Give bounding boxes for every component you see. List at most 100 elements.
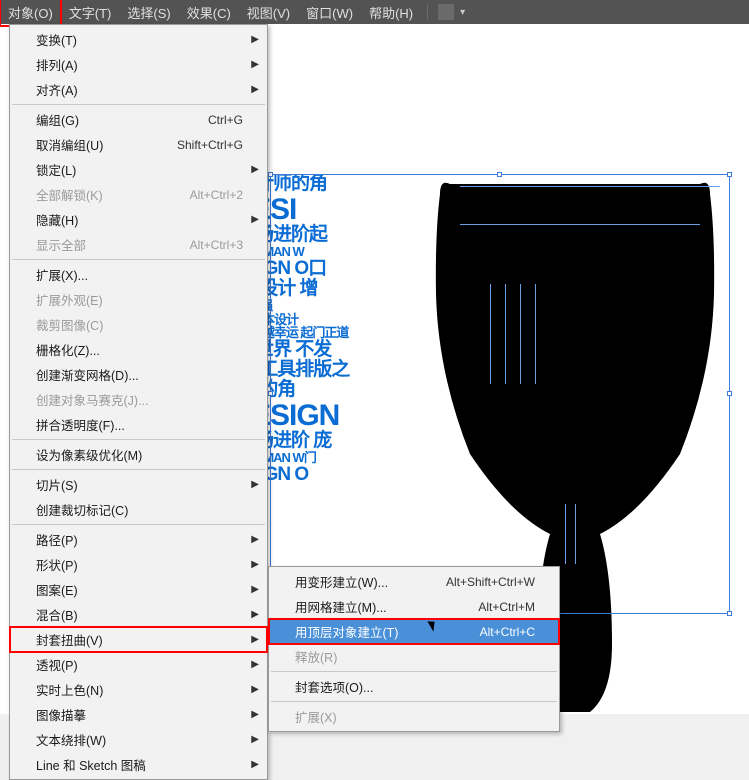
submenu-item: 扩展(X) — [269, 704, 559, 729]
handle-nw[interactable] — [268, 172, 273, 177]
menu-item[interactable]: 图案(E) ▶ — [10, 577, 267, 602]
menu-item-label: 锁定(L) — [36, 160, 76, 179]
submenu-arrow-icon: ▶ — [251, 479, 259, 490]
menu-item[interactable]: 封套扭曲(V)▶ — [10, 627, 267, 652]
submenu-item-label: 扩展(X) — [295, 707, 337, 726]
menu-item-shortcut: Alt+Ctrl+3 — [190, 238, 243, 252]
submenu-item-label: 用网格建立(M)... — [295, 597, 387, 616]
submenu-arrow-icon: ▶ — [251, 759, 259, 770]
menu-item-label: 显示全部 — [36, 235, 86, 254]
menu-item-label: 编组(G) — [36, 110, 79, 129]
menu-item-label: 形状(P) — [36, 555, 78, 574]
menu-item[interactable]: 形状(P)▶ — [10, 552, 267, 577]
menu-item-label: 图案(E) — [36, 580, 78, 599]
submenu-item[interactable]: 用变形建立(W)...Alt+Shift+Ctrl+W — [269, 569, 559, 594]
menu-item[interactable]: 实时上色(N)▶ — [10, 677, 267, 702]
menu-item[interactable]: 切片(S)▶ — [10, 472, 267, 497]
menu-item-label: 设为像素级优化(M) — [36, 445, 142, 464]
menubar: 对象(O) 文字(T) 选择(S) 效果(C) 视图(V) 窗口(W) 帮助(H… — [0, 0, 749, 24]
anchor-guide — [575, 504, 576, 564]
submenu-arrow-icon: ▶ — [251, 634, 259, 645]
menu-item[interactable]: 锁定(L) ▶ — [10, 157, 267, 182]
submenu-item-shortcut: Alt+Shift+Ctrl+W — [446, 575, 535, 589]
submenu-item[interactable]: 封套选项(O)... — [269, 674, 559, 699]
menu-item[interactable]: 取消编组(U) Shift+Ctrl+G — [10, 132, 267, 157]
menu-item[interactable]: 拼合透明度(F)... — [10, 412, 267, 437]
menu-item[interactable]: 创建渐变网格(D)... — [10, 362, 267, 387]
submenu-arrow-icon: ▶ — [251, 734, 259, 745]
arrange-docs-icon[interactable] — [438, 4, 454, 20]
selection-bounding-box[interactable] — [270, 174, 730, 614]
menu-item-label: 路径(P) — [36, 530, 78, 549]
submenu-arrow-icon: ▶ — [251, 709, 259, 720]
menu-item-label: 取消编组(U) — [36, 135, 103, 154]
menu-item-label: 混合(B) — [36, 605, 78, 624]
menu-separator — [12, 439, 265, 440]
menu-item-label: Line 和 Sketch 图稿 — [36, 755, 146, 774]
menu-item[interactable]: 图像描摹 ▶ — [10, 702, 267, 727]
menu-item-label: 扩展(X)... — [36, 265, 88, 284]
submenu-item-shortcut: Alt+Ctrl+C — [480, 625, 535, 639]
menu-item[interactable]: 设为像素级优化(M) — [10, 442, 267, 467]
submenu-arrow-icon: ▶ — [251, 534, 259, 545]
handle-e[interactable] — [727, 391, 732, 396]
menu-item[interactable]: 编组(G) Ctrl+G — [10, 107, 267, 132]
menu-item-label: 隐藏(H) — [36, 210, 78, 229]
menu-item[interactable]: 隐藏(H)▶ — [10, 207, 267, 232]
menu-item: 扩展外观(E) — [10, 287, 267, 312]
menu-item-label: 创建裁切标记(C) — [36, 500, 128, 519]
menu-separator — [12, 104, 265, 105]
chevron-down-icon: ▾ — [460, 7, 465, 18]
menu-item-label: 创建对象马赛克(J)... — [36, 390, 149, 409]
menu-item[interactable]: 混合(B) ▶ — [10, 602, 267, 627]
menu-item-shortcut: Ctrl+G — [208, 113, 243, 127]
menu-separator — [271, 671, 557, 672]
menu-object[interactable]: 对象(O) — [0, 0, 61, 26]
handle-n[interactable] — [497, 172, 502, 177]
submenu-arrow-icon: ▶ — [251, 59, 259, 70]
menu-item[interactable]: 变换(T)▶ — [10, 27, 267, 52]
menu-item-label: 排列(A) — [36, 55, 78, 74]
menu-item[interactable]: 栅格化(Z)... — [10, 337, 267, 362]
menu-item-label: 实时上色(N) — [36, 680, 103, 699]
envelope-distort-submenu: 用变形建立(W)...Alt+Shift+Ctrl+W 用网格建立(M)... Al… — [268, 566, 560, 732]
menu-item-label: 扩展外观(E) — [36, 290, 103, 309]
handle-se[interactable] — [727, 611, 732, 616]
menu-separator — [12, 524, 265, 525]
submenu-arrow-icon: ▶ — [251, 584, 259, 595]
submenu-arrow-icon: ▶ — [251, 659, 259, 670]
submenu-item-label: 封套选项(O)... — [295, 677, 373, 696]
submenu-arrow-icon: ▶ — [251, 34, 259, 45]
menu-item-label: 图像描摹 — [36, 705, 86, 724]
submenu-item-label: 用顶层对象建立(T) — [295, 622, 398, 641]
menu-item-shortcut: Shift+Ctrl+G — [177, 138, 243, 152]
submenu-item[interactable]: 用网格建立(M)... Alt+Ctrl+M — [269, 594, 559, 619]
menu-separator — [12, 469, 265, 470]
menu-type[interactable]: 文字(T) — [61, 0, 120, 26]
menu-help[interactable]: 帮助(H) — [361, 0, 421, 26]
submenu-item-shortcut: Alt+Ctrl+M — [478, 600, 535, 614]
menu-item[interactable]: Line 和 Sketch 图稿 ▶ — [10, 752, 267, 777]
anchor-guide — [535, 284, 536, 384]
anchor-guide — [460, 224, 700, 225]
menu-item[interactable]: 排列(A) ▶ — [10, 52, 267, 77]
menu-item[interactable]: 创建裁切标记(C) — [10, 497, 267, 522]
menu-item[interactable]: 透视(P)▶ — [10, 652, 267, 677]
submenu-arrow-icon: ▶ — [251, 609, 259, 620]
menu-effect[interactable]: 效果(C) — [179, 0, 239, 26]
handle-ne[interactable] — [727, 172, 732, 177]
menu-item: 创建对象马赛克(J)... — [10, 387, 267, 412]
menu-item[interactable]: 对齐(A)▶ — [10, 77, 267, 102]
submenu-arrow-icon: ▶ — [251, 84, 259, 95]
menu-item-shortcut: Alt+Ctrl+2 — [190, 188, 243, 202]
menu-window[interactable]: 窗口(W) — [298, 0, 361, 26]
menu-item[interactable]: 扩展(X)... — [10, 262, 267, 287]
submenu-item[interactable]: 用顶层对象建立(T) Alt+Ctrl+C — [269, 619, 559, 644]
menubar-separator — [427, 4, 428, 20]
menu-select[interactable]: 选择(S) — [119, 0, 178, 26]
submenu-arrow-icon: ▶ — [251, 164, 259, 175]
menu-view[interactable]: 视图(V) — [239, 0, 298, 26]
menu-item[interactable]: 路径(P) ▶ — [10, 527, 267, 552]
menu-item[interactable]: 文本绕排(W)▶ — [10, 727, 267, 752]
handle-w[interactable] — [268, 391, 273, 396]
